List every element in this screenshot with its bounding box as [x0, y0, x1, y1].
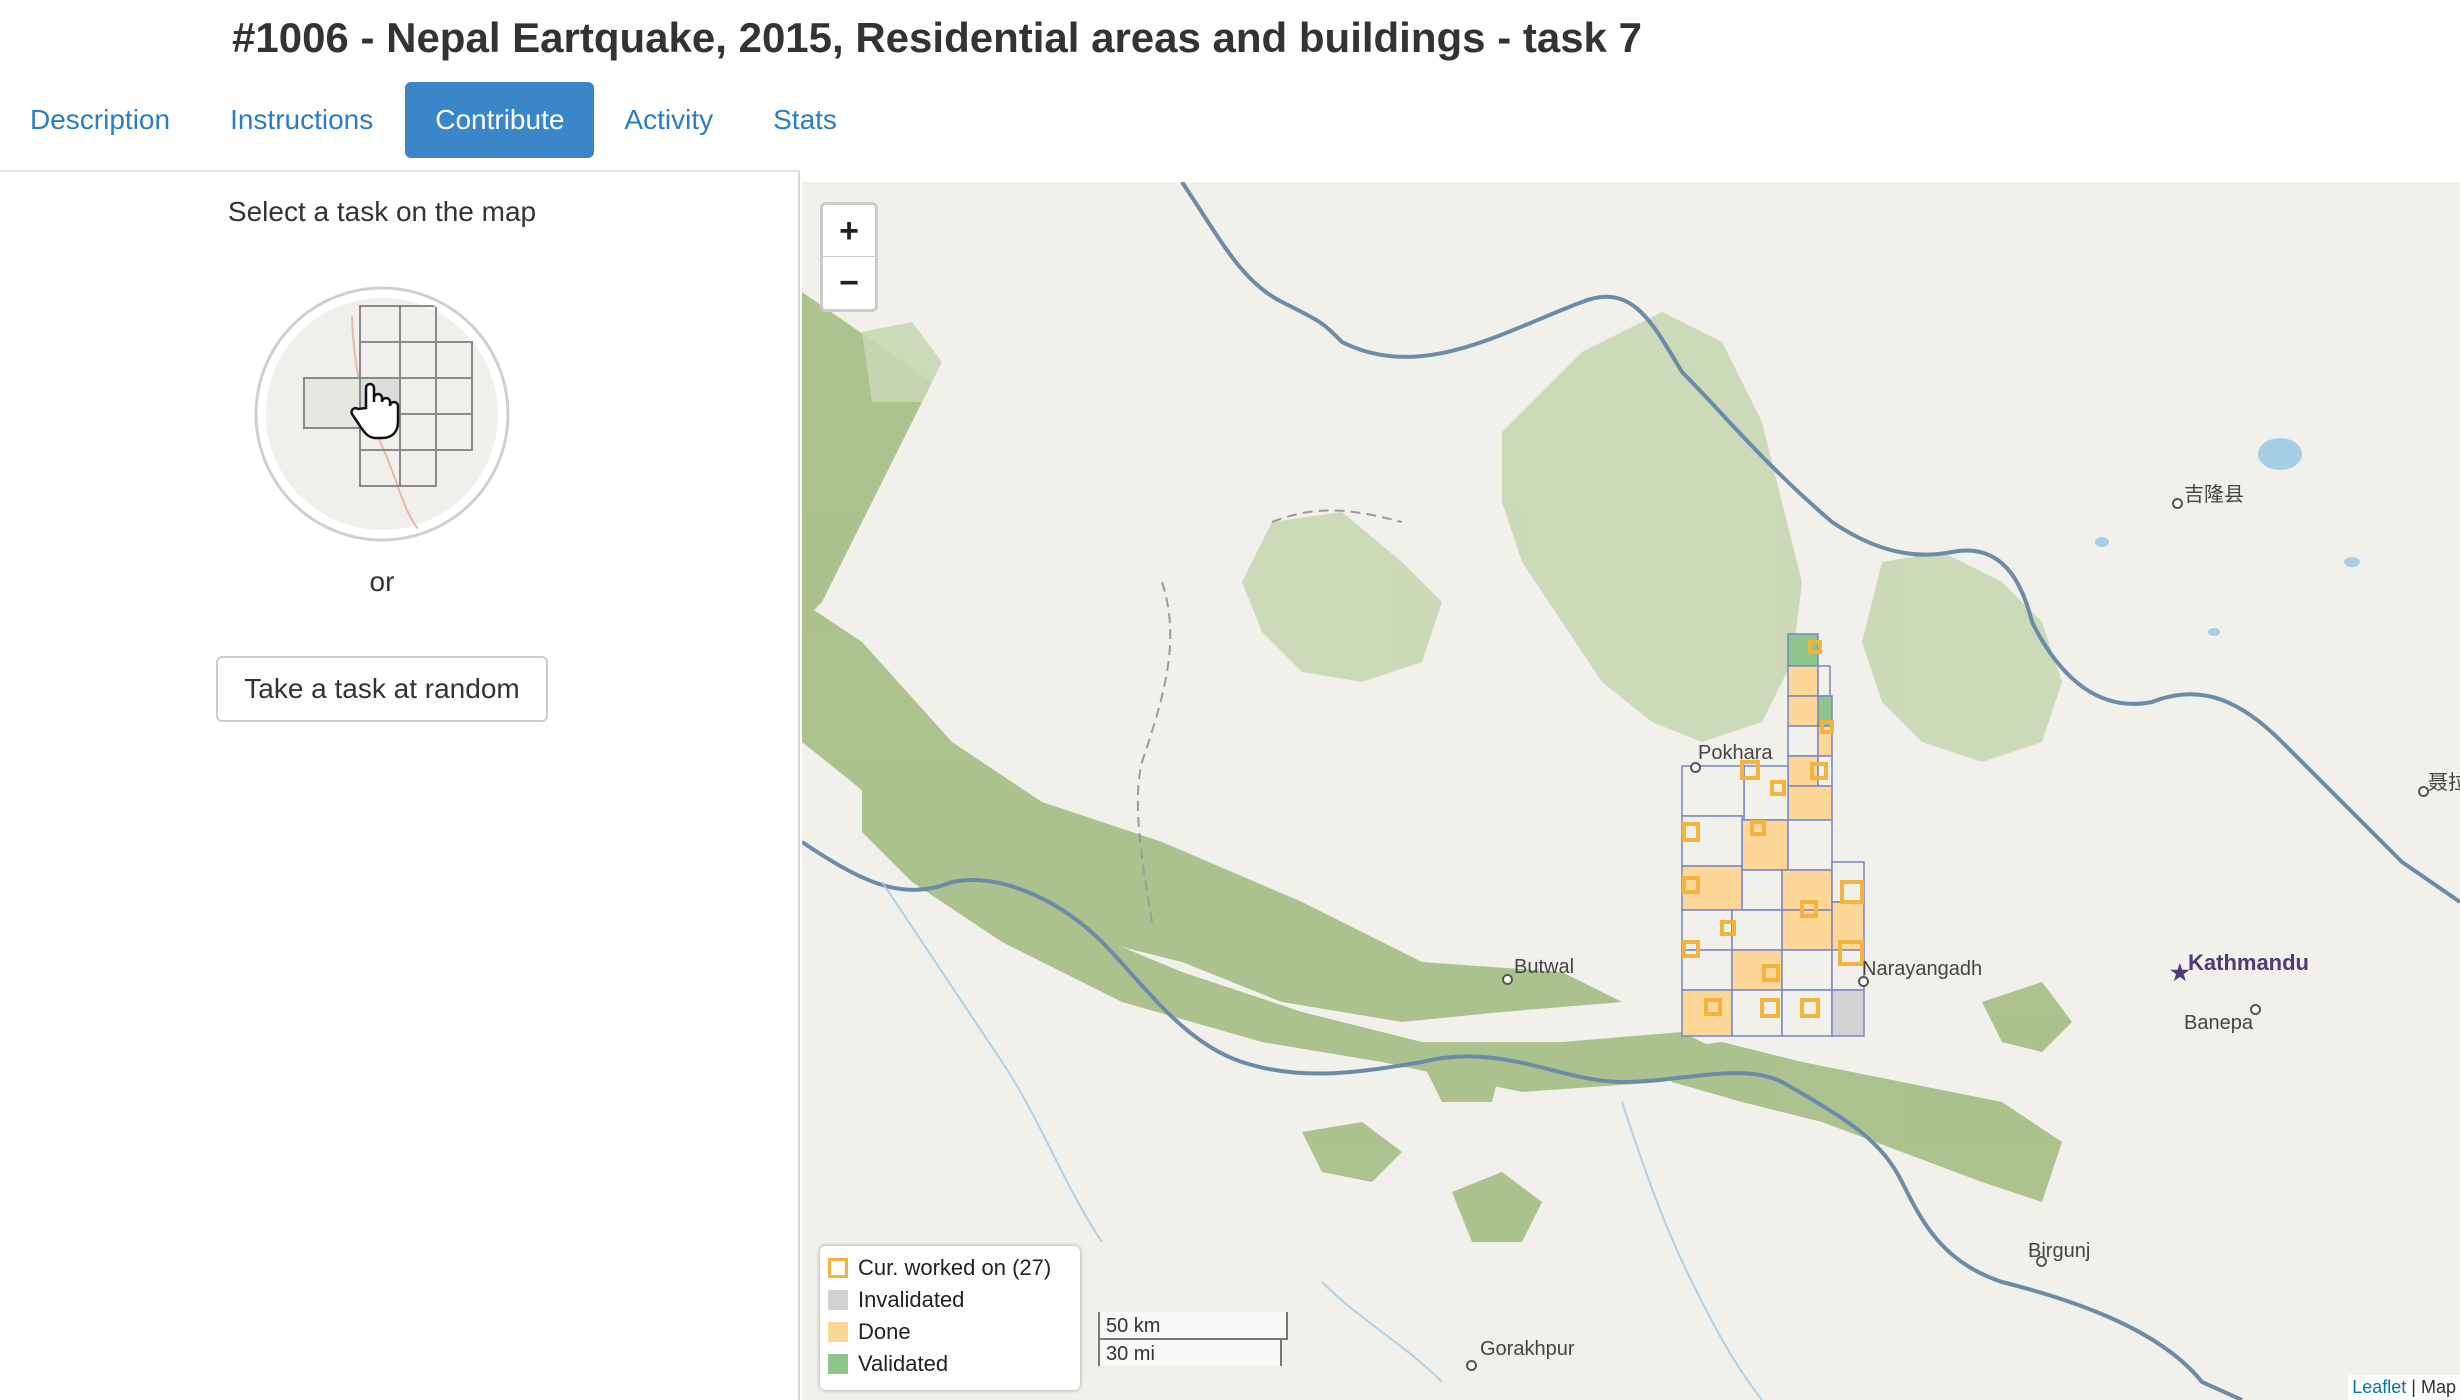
map-base-layer — [802, 182, 2460, 1400]
legend-swatch-working — [828, 1258, 848, 1278]
zoom-out-button[interactable]: − — [823, 257, 875, 308]
map-scale: 50 km 30 mi — [1098, 1312, 1288, 1366]
legend-swatch-invalidated — [828, 1290, 848, 1310]
jilong-marker — [2172, 498, 2183, 509]
place-label-nyalam: 聂拉 — [2428, 772, 2460, 794]
legend-item-done: Done — [828, 1316, 1072, 1348]
legend-swatch-validated — [828, 1354, 848, 1374]
legend-item-working: Cur. worked on (27) — [828, 1252, 1072, 1284]
take-random-task-button[interactable]: Take a task at random — [216, 656, 548, 722]
legend-item-validated: Validated — [828, 1348, 1072, 1380]
zoom-control: + − — [820, 202, 878, 312]
legend-label-validated: Validated — [858, 1351, 949, 1376]
select-task-illustration — [254, 286, 510, 542]
contribute-panel: Select a task on the map or Take a task … — [0, 170, 800, 1400]
butwal-marker — [1502, 974, 1513, 985]
legend-item-invalidated: Invalidated — [828, 1284, 1072, 1316]
place-label-butwal: Butwal — [1514, 956, 1575, 978]
scale-metric: 50 km — [1098, 1312, 1288, 1340]
leaflet-link[interactable]: Leaflet — [2352, 1377, 2406, 1397]
tab-stats[interactable]: Stats — [743, 82, 867, 158]
gorakhpur-marker — [1466, 1360, 1477, 1371]
place-label-banepa: Banepa — [2184, 1012, 2253, 1034]
attribution-text: | Map — [2411, 1377, 2456, 1397]
legend-swatch-done — [828, 1322, 848, 1342]
place-label-kathmandu: Kathmandu — [2188, 950, 2309, 975]
tab-description[interactable]: Description — [0, 82, 200, 158]
select-task-message: Select a task on the map — [227, 196, 537, 227]
place-label-jilong: 吉隆县 — [2184, 484, 2244, 506]
place-label-pokhara: Pokhara — [1698, 742, 1773, 764]
place-label-gorakhpur: Gorakhpur — [1480, 1338, 1575, 1360]
page-title: #1006 - Nepal Eartquake, 2015, Residenti… — [232, 14, 1642, 61]
map-legend: Cur. worked on (27) Invalidated Done Val… — [820, 1246, 1080, 1390]
tab-activity[interactable]: Activity — [594, 82, 743, 158]
place-label-birgunj: Birgunj — [2028, 1240, 2091, 1262]
legend-label-invalidated: Invalidated — [858, 1287, 965, 1312]
map-attribution: Leaflet | Map — [2348, 1375, 2460, 1400]
scale-imperial: 30 mi — [1098, 1338, 1282, 1366]
legend-label-working: Cur. worked on (27) — [858, 1255, 1052, 1280]
project-tabs: Description Instructions Contribute Acti… — [0, 82, 867, 158]
task-map[interactable]: + − Pokhara Narayangadh Butwal ★ Kathman… — [802, 182, 2460, 1400]
capital-star-icon: ★ — [2170, 960, 2190, 985]
place-label-narayangadh: Narayangadh — [1862, 958, 1983, 980]
or-separator: or — [369, 566, 395, 597]
tab-instructions[interactable]: Instructions — [200, 82, 403, 158]
tab-contribute[interactable]: Contribute — [405, 82, 595, 158]
zoom-in-button[interactable]: + — [823, 205, 875, 257]
legend-label-done: Done — [858, 1319, 911, 1344]
